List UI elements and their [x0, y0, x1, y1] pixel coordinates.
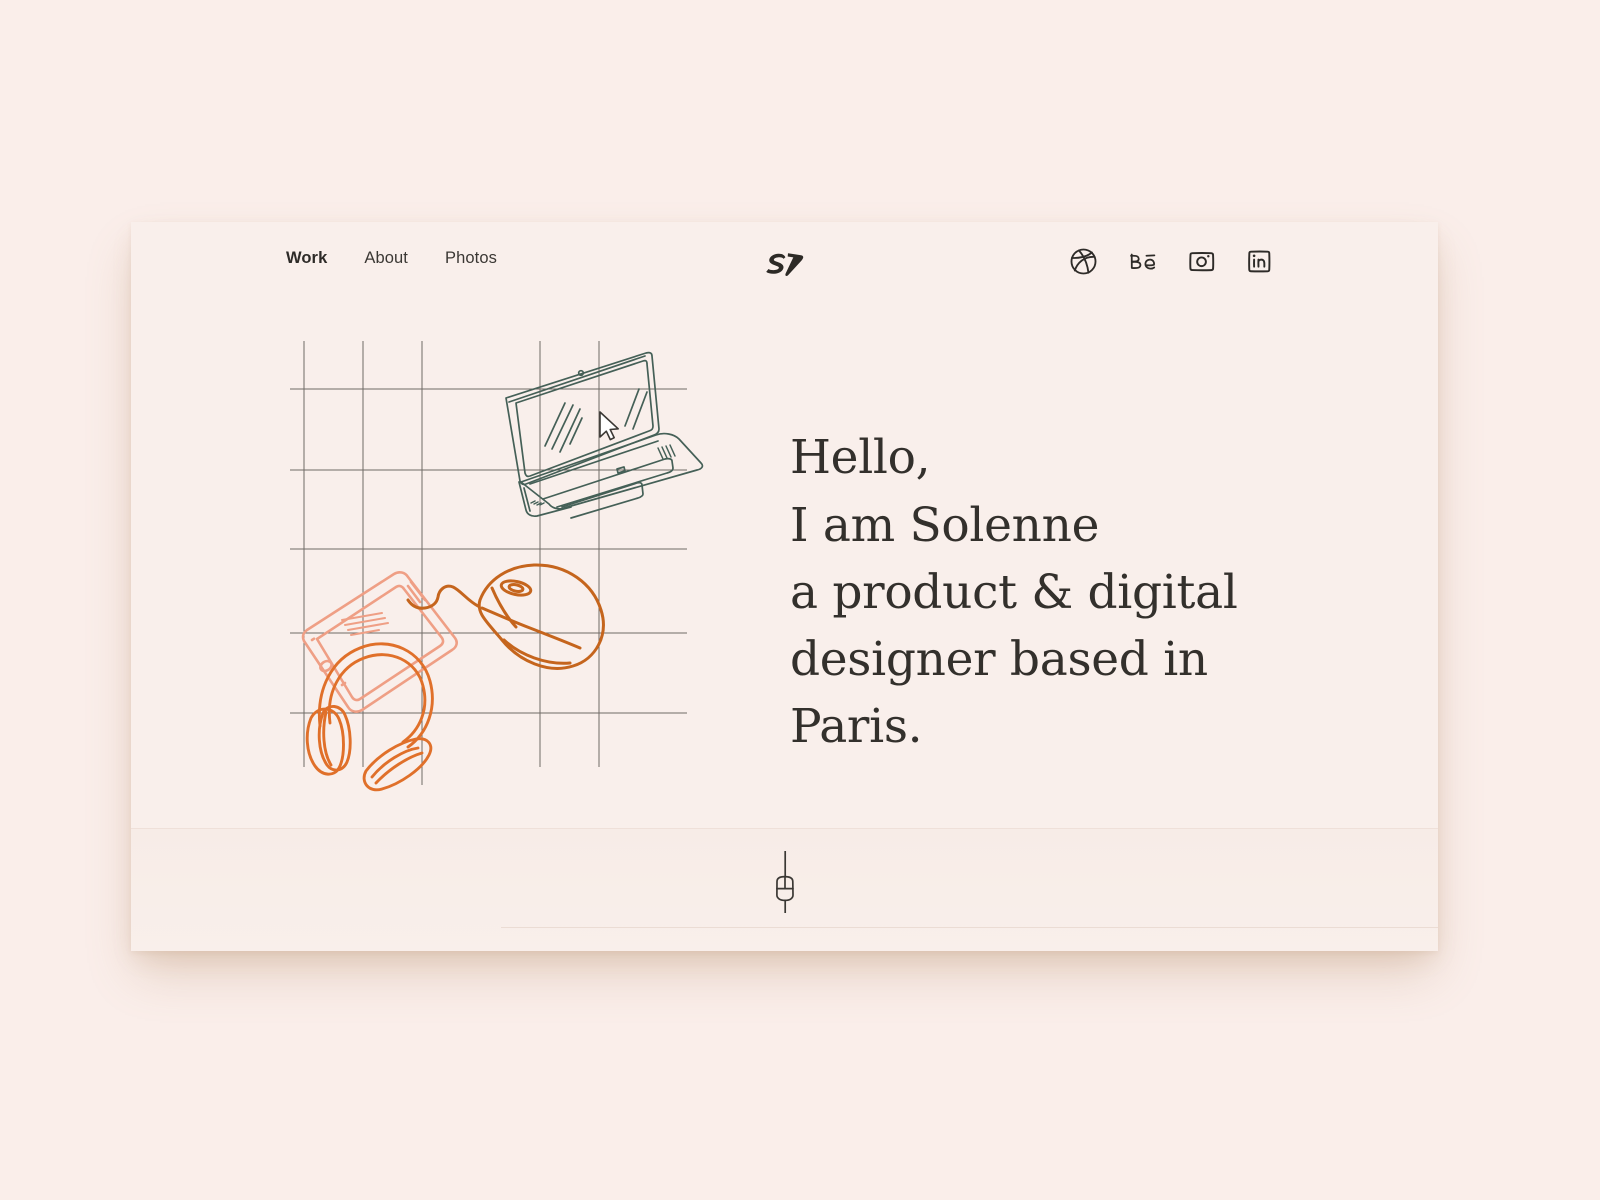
nav-link-about[interactable]: About — [364, 250, 408, 267]
bottom-band — [131, 828, 1438, 951]
nav-links: Work About Photos — [286, 250, 497, 267]
sd-monogram-logo[interactable] — [755, 242, 815, 292]
dribbble-icon[interactable] — [1068, 246, 1099, 277]
instagram-icon[interactable] — [1186, 246, 1217, 277]
site-card: Work About Photos Hello, I am Solenne a … — [131, 222, 1438, 951]
hero-illustration — [290, 341, 706, 801]
hero-headline: Hello, I am Solenne a product & digital … — [790, 424, 1310, 760]
headphones-sketch — [305, 642, 434, 792]
linkedin-icon[interactable] — [1245, 246, 1276, 277]
laptop-sketch — [505, 351, 704, 519]
scroll-down-mouse-icon[interactable] — [768, 851, 802, 913]
headline-line-4: designer based in — [790, 632, 1208, 688]
headline-line-5: Paris. — [790, 699, 923, 755]
hero-section: Hello, I am Solenne a product & digital … — [131, 308, 1438, 828]
nav-link-work[interactable]: Work — [286, 250, 327, 267]
headline-line-3: a product & digital — [790, 564, 1238, 620]
top-navigation: Work About Photos — [131, 222, 1438, 308]
headline-line-1: Hello, — [790, 430, 931, 486]
behance-icon[interactable] — [1127, 246, 1158, 277]
band-seam-divider — [501, 927, 1438, 928]
social-links — [1068, 246, 1276, 277]
headline-line-2: I am Solenne — [790, 497, 1100, 553]
nav-link-photos[interactable]: Photos — [445, 250, 497, 267]
illustration-grid — [290, 341, 687, 785]
smartphone-sketch — [301, 571, 458, 713]
cursor-arrow — [599, 411, 619, 441]
